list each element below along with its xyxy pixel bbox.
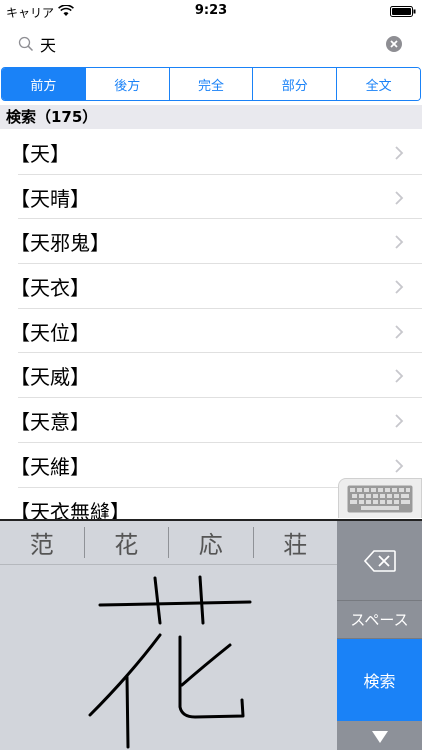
chevron-right-icon <box>395 325 404 339</box>
segment-partial[interactable]: 部分 <box>253 68 338 100</box>
segment-suffix[interactable]: 後方 <box>85 68 170 100</box>
list-item-label: 【天威】 <box>10 365 90 390</box>
results-header: 検索（175） <box>0 105 422 129</box>
search-input[interactable] <box>40 30 370 58</box>
search-icon <box>18 36 34 52</box>
chevron-right-icon <box>395 191 404 205</box>
list-item[interactable]: 【天位】 <box>10 309 422 354</box>
list-item-label: 【天邪鬼】 <box>10 231 110 256</box>
segment-prefix[interactable]: 前方 <box>2 68 86 100</box>
list-item-label: 【天位】 <box>10 320 90 345</box>
keyboard-toggle-button[interactable] <box>338 478 422 518</box>
battery-icon <box>390 6 416 17</box>
list-item-label: 【天意】 <box>10 410 90 435</box>
delete-key[interactable] <box>337 521 422 601</box>
candidate-kanji[interactable]: 応 <box>169 527 254 559</box>
space-key[interactable]: スペース <box>337 601 422 639</box>
result-list: 【天】 【天晴】 【天邪鬼】 【天衣】 【天位】 【天威】 【天意】 【天維】 … <box>0 130 422 532</box>
list-item[interactable]: 【天意】 <box>10 398 422 443</box>
search-key[interactable]: 検索 <box>337 639 422 721</box>
status-bar: キャリア 9:23 <box>0 0 422 22</box>
list-item-label: 【天】 <box>10 142 70 166</box>
keyboard-icon <box>347 485 413 513</box>
handwriting-keyboard: 范 花 応 荘 スペース 検索 <box>0 519 422 750</box>
candidate-bar: 范 花 応 荘 <box>0 521 337 565</box>
hide-keyboard-key[interactable] <box>337 721 422 750</box>
list-item[interactable]: 【天威】 <box>10 353 422 399</box>
status-time: 9:23 <box>194 3 228 18</box>
handwritten-strokes <box>88 575 252 749</box>
chevron-right-icon <box>395 369 404 384</box>
list-item-label: 【天維】 <box>10 454 90 479</box>
chevron-right-icon <box>395 146 404 160</box>
candidate-kanji[interactable]: 荘 <box>254 527 338 559</box>
triangle-down-icon <box>371 730 388 743</box>
list-item[interactable]: 【天衣】 <box>10 264 422 309</box>
list-item-label: 【天晴】 <box>10 186 90 211</box>
list-item-label: 【天衣】 <box>10 276 90 301</box>
chevron-right-icon <box>395 280 404 294</box>
clear-icon[interactable] <box>386 36 402 52</box>
handwriting-canvas[interactable] <box>0 565 337 750</box>
candidate-kanji[interactable]: 范 <box>0 527 85 559</box>
chevron-right-icon <box>395 414 404 428</box>
candidate-kanji[interactable]: 花 <box>85 527 169 559</box>
list-item[interactable]: 【天】 <box>10 130 422 175</box>
list-item[interactable]: 【天邪鬼】 <box>10 219 422 265</box>
chevron-right-icon <box>395 235 404 250</box>
segment-fulltext[interactable]: 全文 <box>337 68 420 100</box>
backspace-icon <box>363 549 396 572</box>
segment-exact[interactable]: 完全 <box>169 68 254 100</box>
search-mode-segmented-control: 前方 後方 完全 部分 全文 <box>1 67 421 101</box>
search-bar <box>0 26 422 62</box>
keyboard-key-column: スペース 検索 <box>337 521 422 750</box>
chevron-right-icon <box>395 459 404 473</box>
list-item[interactable]: 【天晴】 <box>10 175 422 220</box>
